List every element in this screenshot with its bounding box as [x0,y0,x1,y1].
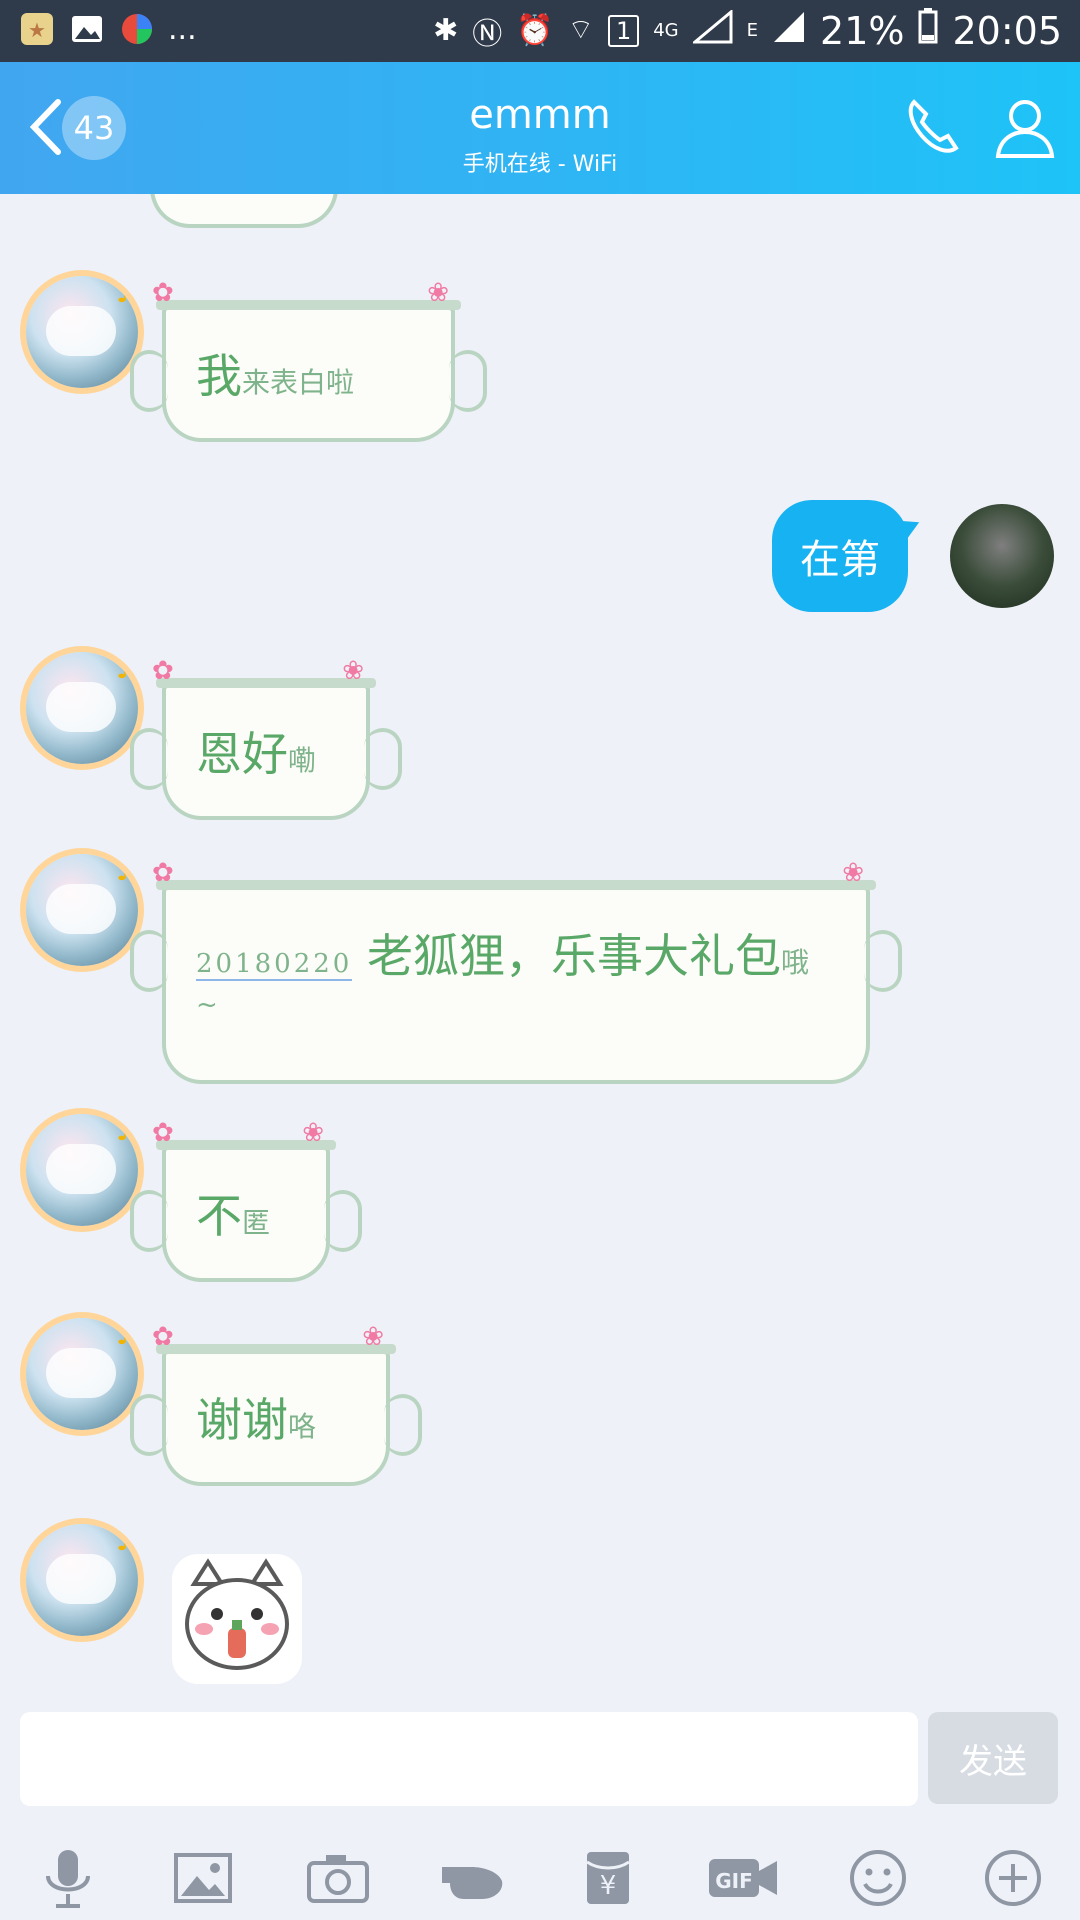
pot-handle [364,728,402,790]
flower-icon: ✿ [152,858,174,888]
svg-text:GIF: GIF [715,1869,753,1893]
signal-icon [690,8,733,53]
message-text: 恩好嘞 [196,718,336,784]
camera-icon[interactable] [298,1838,378,1918]
flower-icon: ✿ [152,1322,174,1352]
flower-icon: ✿ [152,1118,174,1148]
flower-icon: ❀ [342,656,364,686]
svg-text:★: ★ [28,18,46,42]
message-small-text: 咯 [288,1410,317,1443]
pot-handle [449,350,487,412]
status-left: ★ ... [18,10,197,48]
battery-percent: 21% [820,8,905,53]
input-bar: 发送 [0,1706,1080,1836]
message-tail-text: ~ [196,990,218,1020]
phone-call-icon[interactable] [900,92,970,162]
message-small-text: 嘞 [288,744,317,777]
red-packet-icon[interactable]: ¥ [568,1838,648,1918]
message-bubble-partial [150,194,338,228]
message-input[interactable] [20,1712,918,1806]
message-small-text: 匿 [242,1206,271,1239]
avatar[interactable] [26,1114,138,1226]
signal2-icon [772,9,806,53]
flower-icon: ✿ [152,278,174,308]
message-big-text: 不 [196,1189,242,1243]
chat-header: 43 emmm 手机在线 - WiFi [0,62,1080,194]
avatar[interactable] [26,1318,138,1430]
avatar[interactable] [26,854,138,966]
my-avatar[interactable] [950,504,1054,608]
bluetooth-icon: ✱ [433,13,459,48]
pot-handle [130,1190,168,1252]
send-button[interactable]: 发送 [928,1712,1058,1804]
gif-icon[interactable]: GIF [703,1838,783,1918]
chat-toolbar: ¥ GIF [0,1836,1080,1920]
message-text: 不匿 [196,1180,296,1246]
alarm-icon: ⏰ [516,13,554,48]
image-icon[interactable] [163,1838,243,1918]
more-notifications: ... [168,11,197,47]
message-small-text: 来表白啦 [242,366,355,399]
pot-rim [156,300,461,310]
sim-icon: 1 [607,14,640,47]
microphone-icon[interactable] [28,1838,108,1918]
gallery-notification-icon [68,10,106,48]
browser-notification-icon [118,10,156,48]
pot-handle [130,1394,168,1456]
wifi-icon: ⌔ [567,13,594,46]
signal-letter: E [746,20,759,41]
message-bubble[interactable]: ✿ ❀ 20180220 老狐狸，乐事大礼包哦 ~ [130,858,902,1084]
profile-icon[interactable] [990,92,1060,162]
avatar[interactable] [26,276,138,388]
pot-rim [156,1344,396,1354]
message-date-link[interactable]: 20180220 [196,949,353,981]
message-bubble[interactable]: ✿ ❀ 谢谢咯 [130,1322,422,1486]
svg-text:¥: ¥ [599,1871,616,1901]
message-big-text: 我 [196,349,242,403]
message-list[interactable]: ✿ ❀ 我来表白啦 在第 ✿ ❀ 恩好嘞 ✿ ❀ 20180220 老狐狸，乐事… [0,194,1080,1706]
flower-icon: ❀ [302,1118,324,1148]
pot-handle [864,930,902,992]
plus-icon[interactable] [973,1838,1053,1918]
pot-handle [130,728,168,790]
flower-icon: ❀ [427,278,449,308]
clock: 20:05 [952,8,1062,53]
message-text: 我来表白啦 [196,340,421,406]
pot-handle [130,930,168,992]
battery-icon [918,8,938,53]
status-right: ✱ Ⓝ ⏰ ⌔ 1 4G E 21% 20:05 [433,8,1062,53]
message-bubble[interactable]: ✿ ❀ 我来表白啦 [130,278,487,442]
emoji-icon[interactable] [838,1838,918,1918]
pot-rim [156,880,876,890]
message-text: 谢谢咯 [196,1384,356,1450]
message-text: 20180220 老狐狸，乐事大礼包哦 [196,920,836,986]
message-big-text: 老狐狸，乐事大礼包 [366,929,781,983]
pot-handle [324,1190,362,1252]
message-bubble[interactable]: ✿ ❀ 恩好嘞 [130,656,402,820]
network-type: 4G [653,20,679,41]
flower-icon: ✿ [152,656,174,686]
status-bar: ★ ... ✱ Ⓝ ⏰ ⌔ 1 4G E 21% 20:05 [0,0,1080,62]
avatar[interactable] [26,652,138,764]
pot-handle [384,1394,422,1456]
my-message-bubble[interactable]: 在第 [772,500,908,612]
app-notification-icon: ★ [18,10,56,48]
message-bubble[interactable]: ✿ ❀ 不匿 [130,1118,362,1282]
flower-icon: ❀ [362,1322,384,1352]
avatar[interactable] [26,1524,138,1636]
message-big-text: 恩好 [196,727,288,781]
message-big-text: 谢谢 [196,1393,288,1447]
flower-icon: ❀ [842,858,864,888]
nfc-icon: Ⓝ [472,16,503,52]
pot-handle [130,350,168,412]
poke-icon[interactable] [433,1838,513,1918]
message-small-text: 哦 [780,946,809,979]
sticker-image[interactable] [172,1554,302,1684]
